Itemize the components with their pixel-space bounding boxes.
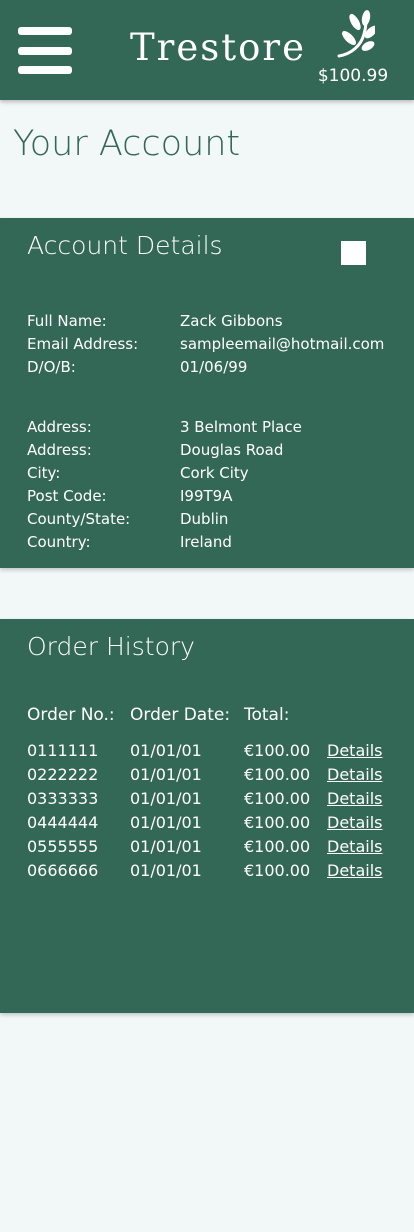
order-date: 01/01/01 [130, 741, 202, 760]
menu-bar [18, 47, 72, 55]
order-total: €100.00 [244, 765, 311, 784]
order-total: €100.00 [244, 837, 311, 856]
order-date: 01/01/01 [130, 813, 202, 832]
top-header: Trestore $100.99 [0, 0, 414, 100]
detail-row: City: Cork City [27, 463, 397, 483]
leaf-icon[interactable] [333, 10, 375, 62]
page-title: Your Account [13, 124, 241, 164]
detail-value: Zack Gibbons [180, 312, 283, 330]
order-details-link[interactable]: Details [327, 740, 382, 762]
column-header-order-number: Order No.: [27, 705, 115, 725]
order-details-link[interactable]: Details [327, 788, 382, 810]
account-details-title: Account Details [27, 231, 223, 260]
detail-value: I99T9A [180, 487, 233, 505]
detail-row: Full Name: Zack Gibbons [27, 311, 397, 331]
detail-label: Full Name: [27, 312, 107, 330]
order-details-link[interactable]: Details [327, 860, 382, 882]
order-history-title: Order History [27, 632, 195, 661]
order-date: 01/01/01 [130, 837, 202, 856]
detail-row: Email Address: sampleemail@hotmail.com [27, 334, 397, 354]
detail-value: 3 Belmont Place [180, 418, 302, 436]
order-number: 0222222 [27, 765, 99, 784]
detail-row: Country: Ireland [27, 532, 397, 552]
order-details-link[interactable]: Details [327, 836, 382, 858]
order-number: 0111111 [27, 741, 99, 760]
order-number: 0555555 [27, 837, 99, 856]
detail-value: 01/06/99 [180, 358, 248, 376]
detail-value: Ireland [180, 533, 232, 551]
menu-bar [18, 66, 72, 74]
hamburger-menu-icon[interactable] [18, 27, 72, 75]
column-header-order-date: Order Date: [130, 705, 231, 725]
detail-value: Douglas Road [180, 441, 284, 459]
order-details-link[interactable]: Details [327, 764, 382, 786]
detail-label: County/State: [27, 510, 131, 528]
order-number: 0444444 [27, 813, 99, 832]
order-date: 01/01/01 [130, 789, 202, 808]
detail-label: Post Code: [27, 487, 107, 505]
detail-label: Address: [27, 418, 92, 436]
detail-label: Country: [27, 533, 91, 551]
order-date: 01/01/01 [130, 861, 202, 880]
detail-label: D/O/B: [27, 358, 76, 376]
detail-row: D/O/B: 01/06/99 [27, 357, 397, 377]
order-total: €100.00 [244, 789, 311, 808]
menu-bar [18, 27, 72, 35]
column-header-total: Total: [244, 705, 290, 725]
cart-balance[interactable]: $100.99 [314, 66, 392, 86]
order-total: €100.00 [244, 741, 311, 760]
order-number: 0666666 [27, 861, 99, 880]
detail-label: Email Address: [27, 335, 139, 353]
detail-row: Address: 3 Belmont Place [27, 417, 397, 437]
order-number: 0333333 [27, 789, 99, 808]
brand-logo-text[interactable]: Trestore [130, 26, 304, 69]
detail-row: County/State: Dublin [27, 509, 397, 529]
detail-row: Address: Douglas Road [27, 440, 397, 460]
order-total: €100.00 [244, 813, 311, 832]
order-date: 01/01/01 [130, 765, 202, 784]
order-details-link[interactable]: Details [327, 812, 382, 834]
edit-account-icon[interactable] [341, 241, 366, 265]
detail-label: City: [27, 464, 61, 482]
detail-label: Address: [27, 441, 92, 459]
detail-value: Cork City [180, 464, 249, 482]
detail-value: sampleemail@hotmail.com [180, 335, 385, 353]
order-total: €100.00 [244, 861, 311, 880]
detail-value: Dublin [180, 510, 229, 528]
detail-row: Post Code: I99T9A [27, 486, 397, 506]
